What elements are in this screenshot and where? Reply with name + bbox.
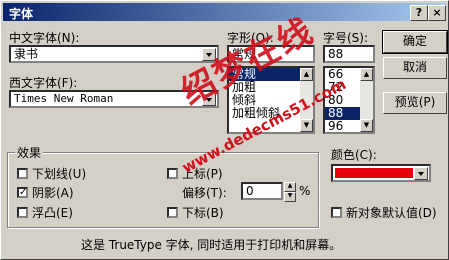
color-label: 颜色(C): [331, 148, 377, 162]
offset-label: 偏移(T): [182, 186, 227, 200]
window-title: 字体 [9, 7, 34, 21]
preview-button[interactable]: 预览(P) [383, 92, 447, 114]
spin-up-icon[interactable]: ▲ [284, 182, 296, 192]
help-button[interactable]: ? [410, 5, 428, 21]
subscript-label: 下标(B) [182, 206, 224, 220]
emboss-label: 浮凸(E) [32, 206, 73, 220]
size-scrollbar[interactable]: ▲ ▼ [360, 68, 373, 132]
scroll-down-icon[interactable]: ▼ [360, 119, 373, 132]
cancel-button[interactable]: 取消 [383, 57, 447, 79]
shadow-checkbox[interactable]: ✓ [17, 187, 28, 198]
scroll-up-icon[interactable]: ▲ [360, 68, 373, 81]
underline-label: 下划线(U) [32, 167, 87, 181]
chinese-font-select[interactable]: 隶书 [9, 45, 219, 63]
chevron-down-icon[interactable] [414, 167, 428, 180]
effects-label: 效果 [15, 144, 44, 161]
size-input[interactable]: 88 [323, 45, 375, 63]
size-label: 字号(S): [323, 31, 369, 45]
western-font-value: Times New Roman [14, 92, 114, 105]
ok-button[interactable]: 确定 [382, 30, 448, 54]
default-checkbox[interactable] [331, 207, 342, 218]
offset-value: 0 [246, 184, 254, 198]
emboss-checkbox[interactable] [17, 207, 28, 218]
size-value: 88 [328, 47, 344, 61]
chinese-font-value: 隶书 [14, 47, 39, 61]
chinese-font-label: 中文字体(N): [9, 31, 80, 45]
offset-unit: % [299, 184, 311, 198]
scroll-down-icon[interactable]: ▼ [300, 119, 313, 132]
subscript-checkbox[interactable] [167, 207, 178, 218]
western-font-label: 西文字体(F): [9, 76, 78, 90]
superscript-checkbox[interactable] [167, 168, 178, 179]
font-dialog: 字体 ? × 中文字体(N): 隶书 字形(O): 常规 常规 加粗 倾斜 加粗… [0, 0, 449, 260]
close-button[interactable]: × [428, 5, 446, 21]
default-label: 新对象默认值(D) [346, 206, 437, 220]
color-picker[interactable] [331, 164, 431, 182]
font-info-text: 这是 TrueType 字体, 同时适用于打印机和屏幕。 [81, 238, 342, 252]
color-swatch [335, 168, 413, 178]
scroll-up-icon[interactable]: ▲ [300, 68, 313, 81]
underline-checkbox[interactable] [17, 168, 28, 179]
offset-spinner[interactable]: ▲ ▼ [284, 182, 296, 202]
spin-down-icon[interactable]: ▼ [284, 192, 296, 202]
title-bar: 字体 ? × [3, 3, 446, 21]
shadow-label: 阴影(A) [32, 186, 74, 200]
offset-input[interactable]: 0 [241, 182, 283, 200]
